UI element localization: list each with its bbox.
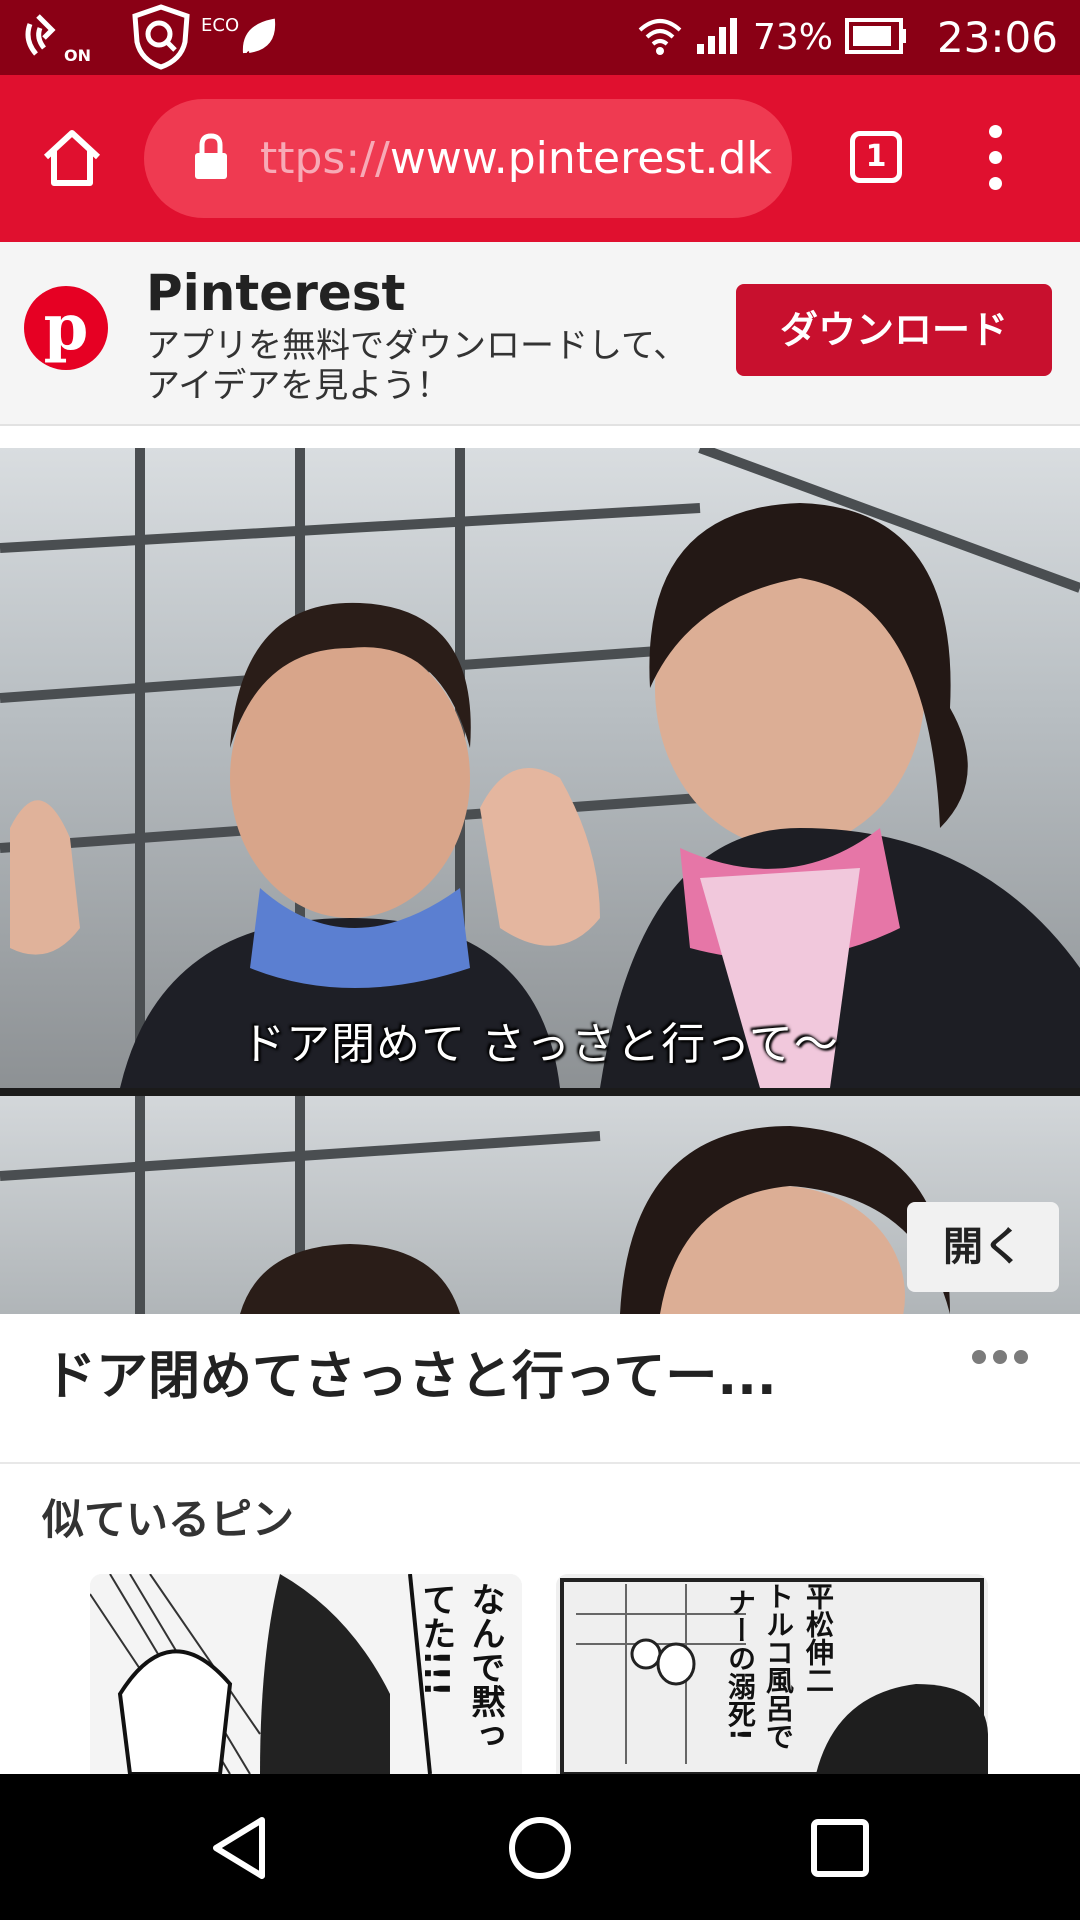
home-button[interactable] — [40, 125, 104, 189]
pin-title: ドア閉めてさっさと行ってー... — [44, 1347, 777, 1407]
lock-icon — [195, 133, 227, 179]
thumbnail-caption: なんで黙ってた!!! — [416, 1582, 505, 1752]
section-divider — [0, 1462, 1080, 1464]
status-bar: ON ECO 73% 23:06 — [0, 0, 1080, 75]
pin-image[interactable]: ドア閉めて さっさと行って～ 開く — [0, 448, 1080, 1314]
open-button[interactable]: 開く — [907, 1202, 1059, 1292]
app-install-banner: p Pinterest アプリを無料でダウンロードして、アイデアを見よう！ ダウ… — [0, 242, 1080, 426]
wifi-icon — [637, 16, 683, 60]
pin-subtitle-text: ドア閉めて さっさと行って～ — [241, 1019, 839, 1070]
similar-pin-thumbnail[interactable]: なんで黙ってた!!! — [90, 1574, 522, 1774]
overflow-menu-icon[interactable] — [980, 125, 1010, 191]
back-button[interactable] — [204, 1810, 280, 1886]
url-scheme: ttps:// — [260, 133, 390, 184]
pin-image-frame-top: ドア閉めて さっさと行って～ — [0, 448, 1080, 1088]
back-triangle-icon — [213, 1817, 265, 1879]
home-nav-button[interactable] — [502, 1810, 578, 1886]
battery-icon — [844, 17, 907, 58]
shield-search-icon — [131, 4, 191, 74]
battery-percent: 73% — [752, 17, 833, 58]
recents-square-icon — [811, 1819, 869, 1877]
banner-title: Pinterest — [146, 264, 406, 322]
recents-button[interactable] — [802, 1810, 878, 1886]
logo-letter: p — [43, 290, 89, 365]
banner-description: アプリを無料でダウンロードして、アイデアを見よう！ — [146, 326, 688, 406]
thumbnail-caption: ナーの溺死! — [724, 1588, 757, 1741]
leaf-icon — [241, 17, 277, 61]
system-navigation-bar — [0, 1774, 1080, 1920]
url-host: www.pinterest.dk — [389, 133, 772, 184]
home-circle-icon — [509, 1817, 571, 1879]
home-icon — [43, 130, 101, 186]
pinterest-logo-icon: p — [24, 286, 108, 370]
scene-illustration — [0, 448, 1080, 1088]
tab-switcher-button[interactable]: 1 — [850, 131, 902, 183]
thumbnail-caption: トルコ風呂で — [762, 1582, 795, 1750]
eco-label: ECO — [201, 14, 240, 36]
status-left-icons: ON ECO — [22, 4, 277, 74]
nfc-on-label: ON — [64, 45, 91, 65]
download-button[interactable]: ダウンロード — [736, 284, 1052, 376]
url-bar[interactable]: ttps://www.pinterest.dk — [144, 99, 792, 218]
similar-pin-thumbnail[interactable]: 平松伸二 トルコ風呂で ナーの溺死! — [556, 1574, 988, 1774]
signal-icon — [695, 16, 741, 60]
frame-divider — [0, 1088, 1080, 1096]
browser-toolbar: ttps://www.pinterest.dk 1 — [0, 75, 1080, 242]
clock: 23:06 — [936, 13, 1058, 62]
status-right-icons: 73% 23:06 — [637, 0, 1058, 75]
thumbnail-caption: 平松伸二 — [802, 1582, 835, 1694]
similar-pins-heading: 似ているピン — [42, 1495, 295, 1544]
more-options-icon[interactable] — [972, 1350, 1028, 1366]
url-text[interactable]: ttps://www.pinterest.dk — [260, 99, 780, 218]
